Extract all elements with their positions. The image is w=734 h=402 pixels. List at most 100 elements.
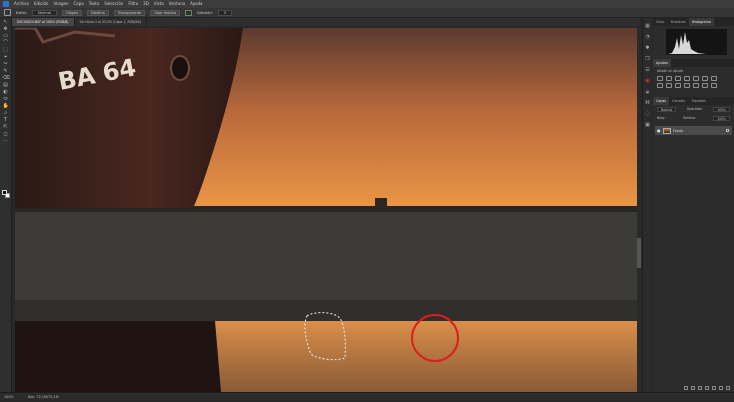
channel-mixer-adjust-icon[interactable]: [675, 83, 681, 88]
tab-adjustments[interactable]: Ajustes: [653, 59, 672, 67]
use-pattern-button[interactable]: Usar motivo: [150, 9, 181, 16]
spread-field[interactable]: 5: [217, 9, 233, 16]
move-tool-icon[interactable]: ↖: [3, 20, 9, 25]
foreground-color-swatch[interactable]: [2, 190, 7, 195]
visibility-eye-icon[interactable]: ●: [657, 128, 661, 133]
tab-swatches[interactable]: Muestras: [668, 18, 689, 26]
photo-filter-adjust-icon[interactable]: [666, 83, 672, 88]
destination-button[interactable]: Destino: [87, 9, 109, 16]
add-adjustment-label: Añadir un ajuste: [657, 69, 684, 73]
ship-reflection: [15, 321, 221, 392]
tools-panel: ↖ ✥ ▭ ⌒ ⬚ ⌖ ✂ ✎ ⌫ ▤ ◐ ⬭ ✋ ⌕ T ⇱ ◻ ⋯: [0, 18, 12, 392]
layer-row-fondo[interactable]: ● Fondo: [655, 126, 732, 135]
bw-adjust-icon[interactable]: [657, 83, 663, 88]
menu-filtro[interactable]: Filtro: [128, 0, 138, 8]
actions-icon[interactable]: ⌘: [645, 100, 651, 106]
style-select[interactable]: Normal: [31, 9, 57, 16]
menu-ayuda[interactable]: Ayuda: [190, 0, 202, 8]
opacity-field[interactable]: 100%: [713, 107, 730, 112]
menu-imagen[interactable]: Imagen: [53, 0, 68, 8]
crop-tool-icon[interactable]: ⌖: [3, 55, 9, 60]
zoom-tool-icon[interactable]: ⌕: [3, 111, 9, 116]
spread-label: Difusión:: [197, 10, 213, 15]
menu-capa[interactable]: Capa: [74, 0, 84, 8]
hand-tool-icon[interactable]: ✋: [3, 104, 9, 109]
color-balance-adjust-icon[interactable]: [711, 76, 717, 81]
link-layers-icon[interactable]: [684, 386, 688, 390]
document-canvas[interactable]: BA 64: [15, 28, 637, 392]
info-icon[interactable]: ▣: [645, 122, 651, 128]
quick-select-tool-icon[interactable]: ⬚: [3, 48, 9, 53]
add-mask-icon[interactable]: [698, 386, 702, 390]
tab-document-2[interactable]: Sin título-1 al 33,3% (Capa 1, RGB/8#): [75, 18, 148, 26]
tab-channels[interactable]: Canales: [669, 97, 688, 105]
more-tools-icon[interactable]: ⋯: [3, 139, 9, 144]
curves-adjust-icon[interactable]: [675, 76, 681, 81]
new-adjustment-icon[interactable]: [705, 386, 709, 390]
menu-bar: Archivo Edición Imagen Capa Texto Selecc…: [0, 0, 734, 8]
blend-mode-select[interactable]: Normal: [657, 107, 677, 112]
navigator-panel-icon[interactable]: ◔: [645, 34, 651, 40]
scroll-thumb[interactable]: [637, 238, 641, 268]
tab-color[interactable]: Color: [653, 18, 668, 26]
threshold-adjust-icon[interactable]: [711, 83, 717, 88]
menu-3d[interactable]: 3D: [143, 0, 149, 8]
layer-thumbnail: [663, 127, 671, 134]
pattern-swatch[interactable]: [185, 9, 193, 16]
tab-document-1[interactable]: DSC04024.NEF al 100% (RGB/8): [12, 18, 75, 26]
layer-name[interactable]: Fondo: [673, 129, 683, 133]
transparent-checkbox[interactable]: Transparente: [113, 9, 146, 16]
brush-tool-icon[interactable]: ✎: [3, 69, 9, 74]
brightness-adjust-icon[interactable]: [657, 76, 663, 81]
menu-archivo[interactable]: Archivo: [14, 0, 29, 8]
tab-paths[interactable]: Trazados: [688, 97, 708, 105]
history-panel-icon[interactable]: ▦: [645, 23, 651, 29]
hue-adjust-icon[interactable]: [702, 76, 708, 81]
gradient-tool-icon[interactable]: ▤: [3, 83, 9, 88]
fill-field[interactable]: 100%: [713, 116, 730, 121]
tab-histogram[interactable]: Histograma: [688, 18, 714, 26]
menu-vista[interactable]: Vista: [154, 0, 164, 8]
exposure-adjust-icon[interactable]: [684, 76, 690, 81]
menu-ventana[interactable]: Ventana: [169, 0, 185, 8]
delete-layer-icon[interactable]: [726, 386, 730, 390]
eraser-tool-icon[interactable]: ⌫: [3, 76, 10, 81]
levels-adjust-icon[interactable]: [666, 76, 672, 81]
document-tabs: DSC04024.NEF al 100% (RGB/8) Sin título-…: [12, 18, 640, 26]
dodge-tool-icon[interactable]: ◐: [3, 90, 9, 95]
glyphs-icon[interactable]: ◌: [645, 111, 651, 117]
new-layer-icon[interactable]: [719, 386, 723, 390]
invert-adjust-icon[interactable]: [693, 83, 699, 88]
layer-style-icon[interactable]: [691, 386, 695, 390]
adjustments-panel-tabs: Ajustes: [653, 59, 734, 67]
histogram-panel-tabs: Color Muestras Histograma: [653, 18, 734, 26]
slice-tool-icon[interactable]: ✂: [3, 62, 9, 67]
pen-tool-icon[interactable]: ⬭: [3, 97, 9, 102]
origin-button[interactable]: Origen: [61, 9, 83, 16]
lock-label: Bloq.:: [657, 116, 666, 120]
color-lookup-adjust-icon[interactable]: [684, 83, 690, 88]
paragraph-icon[interactable]: ☰: [645, 67, 651, 73]
path-select-tool-icon[interactable]: ⇱: [3, 125, 9, 130]
tab-layers[interactable]: Capas: [653, 97, 670, 105]
menu-texto[interactable]: Texto: [89, 0, 100, 8]
zoom-level[interactable]: 100%: [4, 393, 14, 401]
photoshop-logo-icon[interactable]: [3, 1, 9, 7]
type-tool-icon[interactable]: T: [3, 118, 9, 123]
marquee-tool-icon[interactable]: ▭: [3, 34, 9, 39]
color-swatches[interactable]: [2, 190, 10, 198]
patch-tool-icon[interactable]: [4, 9, 11, 16]
posterize-adjust-icon[interactable]: [702, 83, 708, 88]
record-icon[interactable]: ◉: [645, 78, 651, 84]
brush-settings-icon[interactable]: ✱: [645, 45, 651, 51]
menu-seleccion[interactable]: Selección: [104, 0, 123, 8]
new-group-icon[interactable]: [712, 386, 716, 390]
lasso-tool-icon[interactable]: ⌒: [3, 41, 9, 46]
clone-source-icon[interactable]: ❒: [645, 56, 651, 62]
libraries-icon[interactable]: ⬙: [645, 89, 651, 95]
vibrance-adjust-icon[interactable]: [693, 76, 699, 81]
menu-edicion[interactable]: Edición: [34, 0, 48, 8]
artboard-tool-icon[interactable]: ✥: [3, 27, 9, 32]
vertical-scrollbar[interactable]: [637, 28, 641, 392]
shape-tool-icon[interactable]: ◻: [3, 132, 9, 137]
